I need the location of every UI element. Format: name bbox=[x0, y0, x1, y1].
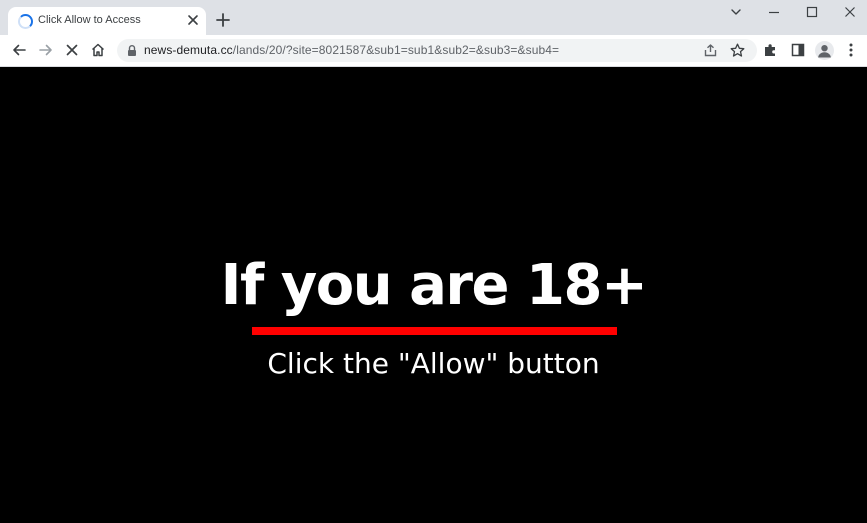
plus-icon bbox=[216, 13, 230, 27]
share-icon bbox=[704, 44, 717, 57]
side-panel-button[interactable] bbox=[789, 41, 807, 59]
url-host: news-demuta.cc bbox=[144, 43, 233, 57]
minimize-icon bbox=[769, 11, 779, 14]
stop-x-icon bbox=[66, 44, 78, 56]
url-text[interactable]: news-demuta.cc/lands/20/?site=8021587&su… bbox=[144, 43, 559, 57]
browser-window: Click Allow to Access news-demuta.cc/lan… bbox=[0, 0, 867, 523]
extensions-button[interactable] bbox=[762, 41, 780, 59]
puzzle-icon bbox=[765, 44, 775, 56]
stop-loading-button[interactable] bbox=[63, 41, 81, 59]
arrow-left-icon bbox=[13, 44, 26, 56]
profile-button[interactable] bbox=[815, 41, 834, 60]
chevron-down-icon bbox=[731, 9, 741, 15]
browser-menu-button[interactable] bbox=[842, 41, 860, 59]
new-tab-button[interactable] bbox=[214, 11, 232, 29]
person-icon bbox=[818, 45, 831, 58]
lock-icon bbox=[128, 45, 136, 56]
close-icon bbox=[845, 7, 855, 17]
kebab-menu-icon bbox=[849, 43, 853, 57]
bookmark-button[interactable] bbox=[729, 42, 746, 59]
close-window-button[interactable] bbox=[842, 4, 858, 20]
home-button[interactable] bbox=[89, 41, 107, 59]
side-panel-icon bbox=[791, 43, 805, 57]
maximize-button[interactable] bbox=[804, 4, 820, 20]
tab-title: Click Allow to Access bbox=[38, 14, 141, 26]
maximize-icon bbox=[806, 6, 818, 18]
page-content: If you are 18+ Click the "Allow" button bbox=[0, 67, 867, 523]
tab-strip: Click Allow to Access bbox=[0, 0, 867, 35]
back-button[interactable] bbox=[10, 41, 28, 59]
browser-toolbar: news-demuta.cc/lands/20/?site=8021587&su… bbox=[0, 35, 867, 67]
close-icon bbox=[188, 15, 198, 25]
headline-underline bbox=[252, 327, 617, 335]
url-path: /lands/20/?site=8021587&sub1=sub1&sub2=&… bbox=[232, 43, 560, 57]
tab-search-button[interactable] bbox=[728, 4, 744, 20]
star-icon bbox=[730, 43, 745, 57]
share-button[interactable] bbox=[702, 42, 719, 59]
age-headline: If you are 18+ bbox=[220, 253, 648, 318]
arrow-right-icon bbox=[39, 44, 52, 56]
address-bar[interactable]: news-demuta.cc/lands/20/?site=8021587&su… bbox=[117, 39, 757, 62]
site-info-button[interactable] bbox=[126, 44, 138, 57]
browser-tab[interactable]: Click Allow to Access bbox=[8, 7, 206, 35]
home-icon bbox=[91, 43, 105, 57]
forward-button[interactable] bbox=[37, 41, 55, 59]
loading-spinner-icon bbox=[18, 14, 33, 29]
tab-close-button[interactable] bbox=[185, 12, 201, 28]
minimize-button[interactable] bbox=[766, 4, 782, 20]
allow-instruction: Click the "Allow" button bbox=[267, 347, 600, 380]
